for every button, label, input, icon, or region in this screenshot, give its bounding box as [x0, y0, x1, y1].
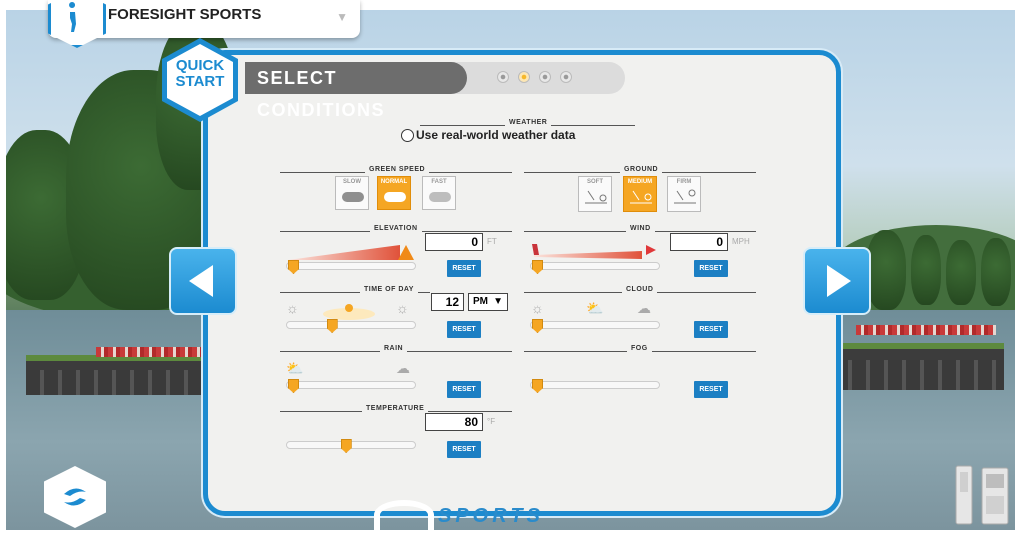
background-tree	[981, 238, 1011, 306]
green-speed-slow-label: SLOW	[343, 179, 361, 185]
wind-value[interactable]: 0	[670, 233, 728, 251]
cloud-section-header: CLOUD	[524, 286, 756, 298]
brand-logo-mark	[374, 500, 434, 530]
flowerbed-left	[96, 347, 206, 357]
previous-button[interactable]	[169, 247, 237, 315]
next-button[interactable]	[803, 247, 871, 315]
cloud-slider[interactable]	[530, 321, 660, 329]
ground-medium[interactable]: MEDIUM	[623, 176, 657, 212]
step-dot	[497, 71, 509, 83]
flowerbed-right	[856, 325, 996, 335]
arrow-right-icon	[827, 265, 851, 297]
ground-soft-icon	[585, 190, 607, 204]
temperature-label: TEMPERATURE	[362, 405, 429, 412]
step-dot	[560, 71, 572, 83]
rain-reset-button[interactable]: RESET	[447, 381, 481, 398]
quick-start-line-2: START	[175, 73, 225, 90]
toggle-switch-icon	[384, 192, 406, 202]
background-tree	[911, 235, 941, 305]
ground-firm-icon	[674, 189, 696, 204]
green-speed-fast[interactable]: FAST	[422, 176, 456, 210]
elevation-reset-button[interactable]: RESET	[447, 260, 481, 277]
real-weather-label[interactable]: Use real-world weather data	[416, 128, 575, 142]
time-hour[interactable]: 12	[431, 293, 464, 311]
background-tree	[946, 240, 976, 305]
toggle-switch-icon	[342, 192, 364, 202]
wind-ramp-icon	[532, 244, 656, 259]
rain-section-header: RAIN	[280, 345, 512, 357]
partly-cloudy-icon: ⛅	[586, 300, 604, 316]
course-selector[interactable]: FORESIGHT SPORTS ▼	[48, 0, 360, 48]
green-speed-normal[interactable]: NORMAL	[377, 176, 411, 210]
ground-soft[interactable]: SOFT	[578, 176, 612, 212]
cloud-icon: ☁	[637, 300, 651, 316]
cloud-label: CLOUD	[622, 286, 658, 293]
real-weather-radio[interactable]	[401, 129, 414, 142]
temperature-unit: °F	[487, 417, 496, 426]
quick-start-line-1: QUICK	[175, 57, 225, 74]
green-speed-slow[interactable]: SLOW	[335, 176, 369, 210]
arrow-left-icon	[189, 265, 213, 297]
foresight-logo-icon	[64, 488, 86, 506]
ground-firm[interactable]: FIRM	[667, 176, 701, 212]
weather-label: WEATHER	[505, 119, 552, 126]
time-of-day-section-header: TIME OF DAY	[280, 286, 430, 298]
fog-slider[interactable]	[530, 381, 660, 389]
wind-reset-button[interactable]: RESET	[694, 260, 728, 277]
wind-slider[interactable]	[530, 262, 660, 270]
time-of-day-reset-button[interactable]: RESET	[447, 321, 481, 338]
time-ampm-select[interactable]: PM ▼	[468, 293, 508, 311]
rain-cloud-icon: ☁	[396, 360, 410, 376]
page-title: SELECT CONDITIONS	[245, 62, 467, 120]
launch-monitor-icon[interactable]	[950, 462, 1012, 528]
fog-reset-button[interactable]: RESET	[694, 381, 728, 398]
elevation-unit: FT	[487, 237, 497, 246]
temperature-value[interactable]: 80	[425, 413, 483, 431]
cloud-reset-button[interactable]: RESET	[694, 321, 728, 338]
wind-unit: MPH	[732, 237, 750, 246]
chevron-down-icon: ▼	[493, 296, 503, 307]
step-dot	[539, 71, 551, 83]
green-speed-label: GREEN SPEED	[365, 166, 430, 173]
step-dot-active	[518, 71, 530, 83]
time-of-day-label: TIME OF DAY	[360, 286, 418, 293]
rain-label: RAIN	[380, 345, 408, 352]
wind-label: WIND	[626, 225, 655, 232]
chevron-down-icon[interactable]: ▼	[336, 10, 348, 24]
green-speed-normal-label: NORMAL	[380, 179, 408, 185]
app-title: FORESIGHT SPORTS	[108, 6, 262, 23]
elevation-slider[interactable]	[286, 262, 416, 270]
sun-icon: ☼	[531, 300, 544, 316]
elevation-label: ELEVATION	[370, 225, 422, 232]
fog-section-header: FOG	[524, 345, 756, 357]
rain-slider[interactable]	[286, 381, 416, 389]
quick-start-label: QUICK START	[167, 58, 233, 90]
island-wall-left	[26, 370, 216, 395]
green-speed-fast-label: FAST	[431, 179, 447, 185]
elevation-ramp-icon	[288, 245, 414, 260]
temperature-reset-button[interactable]: RESET	[447, 441, 481, 458]
elevation-value[interactable]: 0	[425, 233, 483, 251]
brand-text: SPORTS	[438, 505, 544, 527]
sun-midday-icon	[323, 304, 375, 320]
ground-medium-icon	[630, 190, 652, 204]
fog-label: FOG	[627, 345, 652, 352]
background-tree	[866, 230, 906, 310]
island-wall-right	[834, 360, 1004, 390]
ground-label: GROUND	[620, 166, 663, 173]
sunset-icon: ☼	[396, 300, 409, 316]
partly-cloudy-icon: ⛅	[286, 360, 304, 376]
time-ampm-value: PM	[473, 296, 488, 307]
step-dots	[497, 71, 572, 85]
time-of-day-slider[interactable]	[286, 321, 416, 329]
sunrise-icon: ☼	[286, 300, 299, 316]
toggle-switch-icon	[429, 192, 451, 202]
